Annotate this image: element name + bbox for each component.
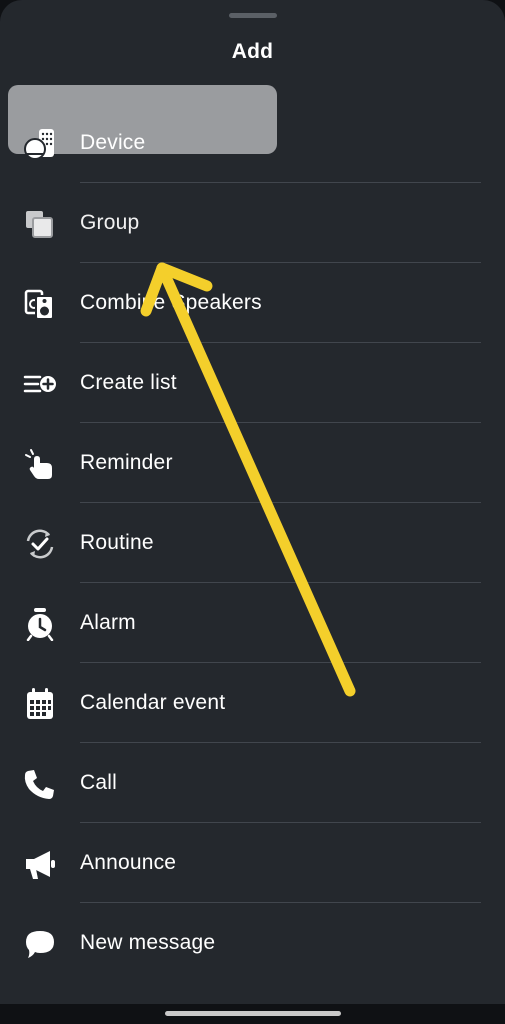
menu-item-calendar-event[interactable]: Calendar event bbox=[0, 663, 505, 743]
phone-icon bbox=[22, 767, 58, 801]
menu-item-label: Device bbox=[80, 131, 146, 154]
routine-icon bbox=[22, 527, 58, 561]
menu-item-label: Calendar event bbox=[80, 691, 226, 714]
speakers-icon bbox=[22, 287, 58, 321]
menu-item-label: Combine Speakers bbox=[80, 291, 262, 314]
menu-item-label: New message bbox=[80, 931, 216, 954]
menu-item-create-list[interactable]: Create list bbox=[0, 343, 505, 423]
menu-item-label: Routine bbox=[80, 531, 154, 554]
menu-item-label: Group bbox=[80, 211, 140, 234]
add-menu: Device Group Combine Speakers Create lis… bbox=[0, 103, 505, 983]
device-icon bbox=[22, 127, 58, 161]
menu-item-alarm[interactable]: Alarm bbox=[0, 583, 505, 663]
reminder-icon bbox=[22, 447, 58, 481]
menu-item-label: Alarm bbox=[80, 611, 136, 634]
sheet-grab-handle[interactable] bbox=[229, 13, 277, 18]
menu-item-label: Call bbox=[80, 771, 117, 794]
create-list-icon bbox=[22, 367, 58, 401]
menu-item-announce[interactable]: Announce bbox=[0, 823, 505, 903]
menu-item-label: Announce bbox=[80, 851, 177, 874]
menu-item-new-message[interactable]: New message bbox=[0, 903, 505, 983]
menu-item-combine-speakers[interactable]: Combine Speakers bbox=[0, 263, 505, 343]
menu-item-routine[interactable]: Routine bbox=[0, 503, 505, 583]
menu-item-device[interactable]: Device bbox=[0, 103, 505, 183]
menu-item-call[interactable]: Call bbox=[0, 743, 505, 823]
home-indicator-bar bbox=[165, 1011, 341, 1016]
sheet-title: Add bbox=[231, 40, 274, 63]
add-bottom-sheet: Add Device Group Combine Speakers Create… bbox=[0, 0, 505, 1004]
alarm-icon bbox=[22, 607, 58, 641]
menu-item-label: Reminder bbox=[80, 451, 173, 474]
group-icon bbox=[22, 207, 58, 241]
message-bubble-icon bbox=[22, 927, 58, 961]
menu-item-reminder[interactable]: Reminder bbox=[0, 423, 505, 503]
megaphone-icon bbox=[22, 847, 58, 881]
menu-item-label: Create list bbox=[80, 371, 177, 394]
menu-item-group[interactable]: Group bbox=[0, 183, 505, 263]
calendar-icon bbox=[22, 687, 58, 721]
